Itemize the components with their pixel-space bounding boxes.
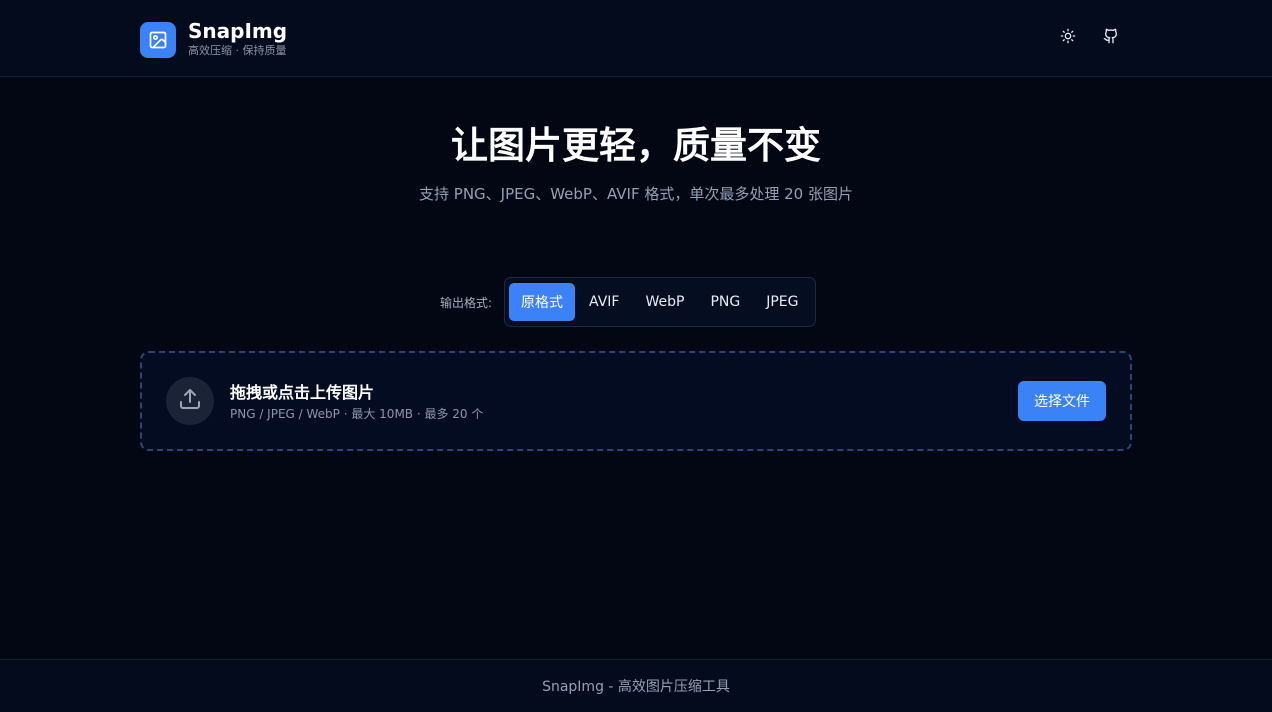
upload-icon-badge xyxy=(166,377,214,425)
format-option-jpeg[interactable]: JPEG xyxy=(754,283,810,321)
sun-icon xyxy=(1060,28,1076,48)
upload-hint: PNG / JPEG / WebP · 最大 10MB · 最多 20 个 xyxy=(230,407,484,421)
image-icon xyxy=(140,21,176,58)
format-option-avif[interactable]: AVIF xyxy=(577,283,631,321)
footer-text: SnapImg - 高效图片压缩工具 xyxy=(542,679,730,695)
choose-file-button[interactable]: 选择文件 xyxy=(1018,381,1106,421)
hero-subtitle: 支持 PNG、JPEG、WebP、AVIF 格式，单次最多处理 20 张图片 xyxy=(419,185,853,203)
output-format-selector: 输出格式: 原格式 AVIF WebP PNG JPEG xyxy=(440,277,816,327)
format-option-webp[interactable]: WebP xyxy=(634,283,697,321)
upload-dropzone[interactable]: 拖拽或点击上传图片 PNG / JPEG / WebP · 最大 10MB · … xyxy=(140,351,1132,451)
hero-title: 让图片更轻，质量不变 xyxy=(451,124,821,167)
format-option-original[interactable]: 原格式 xyxy=(509,283,576,321)
page: SnapImg 高效压缩 · 保持质量 让图片更轻，质量不变 支持 PNG、JP… xyxy=(0,0,1272,712)
header-actions xyxy=(1056,26,1123,50)
app-tagline: 高效压缩 · 保持质量 xyxy=(188,44,287,57)
format-option-png[interactable]: PNG xyxy=(698,283,752,321)
brand-text: SnapImg 高效压缩 · 保持质量 xyxy=(188,20,287,59)
app-name: SnapImg xyxy=(188,19,288,43)
brand[interactable]: SnapImg 高效压缩 · 保持质量 xyxy=(140,20,287,59)
github-link-button[interactable] xyxy=(1099,26,1123,50)
github-icon xyxy=(1103,28,1119,48)
output-format-label: 输出格式: xyxy=(440,295,493,310)
upload-title: 拖拽或点击上传图片 xyxy=(230,383,375,402)
upload-icon xyxy=(178,387,202,415)
theme-toggle-button[interactable] xyxy=(1056,26,1080,50)
app-header: SnapImg 高效压缩 · 保持质量 xyxy=(0,0,1272,77)
app-footer: SnapImg - 高效图片压缩工具 xyxy=(0,659,1272,712)
format-options: 原格式 AVIF WebP PNG JPEG xyxy=(504,277,816,327)
